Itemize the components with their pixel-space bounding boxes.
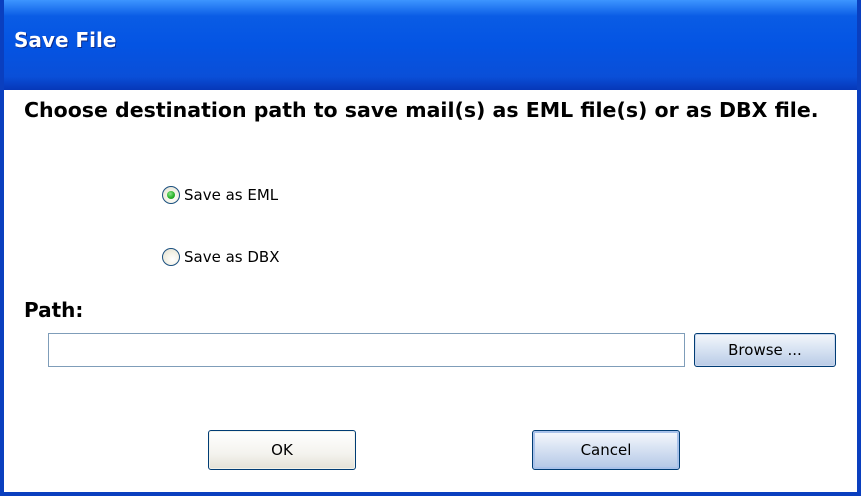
radio-selected-dot <box>167 191 175 199</box>
save-as-dbx-radio[interactable] <box>162 248 180 266</box>
save-as-dbx-option[interactable]: Save as DBX <box>162 248 279 266</box>
cancel-button[interactable]: Cancel <box>532 430 680 470</box>
browse-button[interactable]: Browse ... <box>694 333 836 367</box>
instruction-text: Choose destination path to save mail(s) … <box>24 98 819 122</box>
path-input[interactable] <box>48 333 685 367</box>
save-as-eml-option[interactable]: Save as EML <box>162 186 278 204</box>
ok-button[interactable]: OK <box>208 430 356 470</box>
save-as-eml-radio[interactable] <box>162 186 180 204</box>
window-title: Save File <box>14 28 117 52</box>
title-bar[interactable]: Save File <box>4 0 857 90</box>
path-label: Path: <box>24 298 84 322</box>
dialog-body: Choose destination path to save mail(s) … <box>4 90 857 492</box>
save-as-eml-label[interactable]: Save as EML <box>184 186 278 204</box>
save-as-dbx-label[interactable]: Save as DBX <box>184 248 279 266</box>
save-file-dialog: Save File Choose destination path to sav… <box>0 0 861 496</box>
